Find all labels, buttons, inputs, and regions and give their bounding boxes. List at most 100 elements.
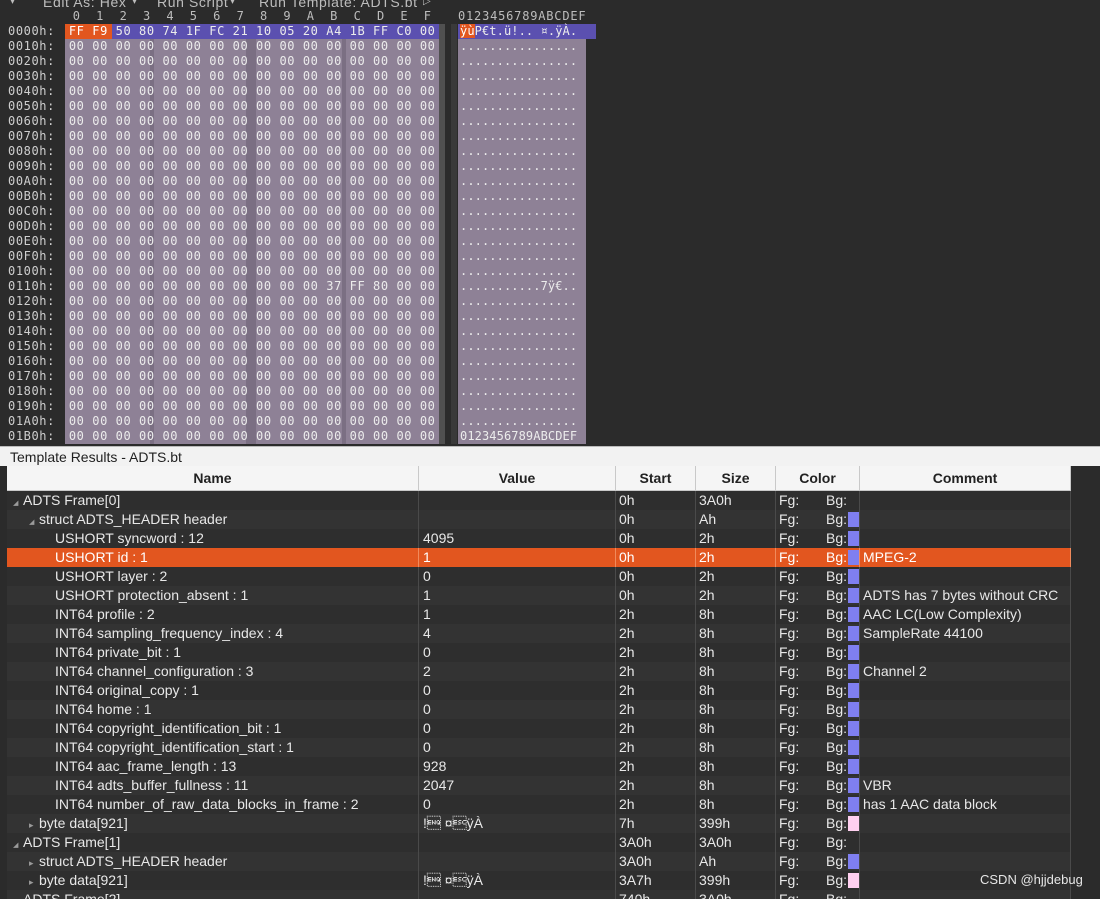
hex-byte[interactable]: 00 — [159, 114, 182, 129]
hex-byte[interactable]: 00 — [393, 399, 416, 414]
hex-byte[interactable]: 00 — [276, 39, 299, 54]
hex-byte[interactable]: 00 — [65, 189, 88, 204]
hex-byte[interactable]: 00 — [322, 144, 345, 159]
hex-byte[interactable]: 00 — [65, 249, 88, 264]
hex-byte[interactable]: 00 — [112, 219, 135, 234]
hex-byte[interactable]: 00 — [346, 399, 369, 414]
hex-byte[interactable]: 00 — [112, 159, 135, 174]
hex-byte[interactable]: 00 — [393, 279, 416, 294]
hex-byte[interactable]: 00 — [205, 324, 228, 339]
hex-byte[interactable]: 00 — [346, 144, 369, 159]
hex-byte[interactable]: 00 — [322, 204, 345, 219]
hex-byte[interactable]: 00 — [65, 264, 88, 279]
hex-byte[interactable]: 00 — [88, 339, 111, 354]
hex-byte[interactable]: 00 — [393, 114, 416, 129]
hex-byte[interactable]: 37 — [322, 279, 345, 294]
hex-byte[interactable]: 00 — [112, 114, 135, 129]
hex-byte[interactable]: 00 — [229, 144, 252, 159]
hex-byte[interactable]: 10 — [252, 24, 275, 39]
hex-row[interactable]: 00 00 00 00 00 00 00 00 00 00 00 00 00 00 00 00 — [65, 174, 439, 189]
hex-byte[interactable]: 00 — [346, 99, 369, 114]
hex-byte[interactable]: 00 — [322, 129, 345, 144]
hex-byte[interactable]: 00 — [205, 114, 228, 129]
table-row[interactable]: INT64 private_bit : 1 0 2h 8h Fg: Bg: — [7, 643, 1071, 662]
hex-byte[interactable]: 00 — [322, 99, 345, 114]
hex-byte[interactable]: 00 — [159, 354, 182, 369]
hex-row[interactable]: 00 00 00 00 00 00 00 00 00 00 00 00 00 00 00 00 — [65, 69, 439, 84]
hex-byte[interactable]: 00 — [135, 69, 158, 84]
hex-byte[interactable]: 00 — [416, 429, 439, 444]
expand-open-icon[interactable]: ◢ — [29, 513, 39, 529]
hex-byte[interactable]: 00 — [182, 144, 205, 159]
hex-byte[interactable]: 00 — [299, 399, 322, 414]
hex-byte[interactable]: 00 — [65, 234, 88, 249]
hex-byte[interactable]: 1B — [346, 24, 369, 39]
ascii-row[interactable]: ................ — [460, 54, 577, 69]
hex-byte[interactable]: 00 — [276, 144, 299, 159]
hex-byte[interactable]: 00 — [322, 234, 345, 249]
hex-byte[interactable]: 00 — [88, 114, 111, 129]
hex-byte[interactable]: 21 — [229, 24, 252, 39]
hex-byte[interactable]: 00 — [65, 159, 88, 174]
hex-byte[interactable]: 00 — [276, 189, 299, 204]
bg-color-swatch[interactable] — [848, 816, 859, 831]
hex-byte[interactable]: 00 — [159, 384, 182, 399]
ascii-row[interactable]: ................ — [460, 189, 577, 204]
hex-byte[interactable]: 00 — [322, 354, 345, 369]
ascii-row[interactable]: ................ — [460, 114, 577, 129]
hex-byte[interactable]: 00 — [393, 294, 416, 309]
hex-byte[interactable]: A4 — [322, 24, 345, 39]
hex-byte[interactable]: 00 — [112, 264, 135, 279]
hex-byte[interactable]: 00 — [182, 99, 205, 114]
ascii-row[interactable]: ................ — [460, 264, 577, 279]
table-row[interactable]: INT64 copyright_identification_bit : 1 02… — [7, 719, 1071, 738]
hex-byte[interactable]: 00 — [229, 249, 252, 264]
expand-closed-icon[interactable]: ▸ — [29, 854, 39, 871]
hex-byte[interactable]: 00 — [416, 339, 439, 354]
hex-byte[interactable]: 00 — [112, 339, 135, 354]
hex-byte[interactable]: 00 — [393, 144, 416, 159]
hex-byte[interactable]: 00 — [346, 69, 369, 84]
bg-color-swatch[interactable] — [848, 512, 859, 527]
hex-byte[interactable]: 00 — [322, 249, 345, 264]
hex-byte[interactable]: 00 — [416, 84, 439, 99]
hex-byte[interactable]: 00 — [252, 249, 275, 264]
hex-byte[interactable]: 00 — [299, 249, 322, 264]
ascii-row[interactable]: ................ — [460, 294, 577, 309]
hex-byte[interactable]: F9 — [88, 24, 112, 39]
hex-row[interactable]: 00 00 00 00 00 00 00 00 00 00 00 00 00 00 00 00 — [65, 354, 439, 369]
hex-byte[interactable]: 00 — [182, 129, 205, 144]
hex-byte[interactable]: 00 — [88, 204, 111, 219]
hex-byte[interactable]: 00 — [159, 249, 182, 264]
hex-byte[interactable]: 00 — [88, 39, 111, 54]
hex-byte[interactable]: 00 — [182, 249, 205, 264]
hex-byte[interactable]: 00 — [112, 309, 135, 324]
hex-row[interactable]: 00 00 00 00 00 00 00 00 00 00 00 00 00 00 00 00 — [65, 159, 439, 174]
hex-byte[interactable]: 00 — [112, 129, 135, 144]
table-row[interactable]: INT64 sampling_frequency_index : 4 4 2h 8h F… — [7, 624, 1071, 643]
hex-byte[interactable]: 00 — [135, 264, 158, 279]
hex-byte[interactable]: 00 — [112, 354, 135, 369]
hex-byte[interactable]: 00 — [393, 219, 416, 234]
hex-byte[interactable]: 00 — [416, 234, 439, 249]
hex-byte[interactable]: 00 — [322, 114, 345, 129]
hex-row[interactable]: 00 00 00 00 00 00 00 00 00 00 00 00 00 00 00 00 — [65, 294, 439, 309]
ascii-row[interactable]: ................ — [460, 99, 577, 114]
hex-byte[interactable]: 00 — [252, 159, 275, 174]
hex-byte[interactable]: 00 — [252, 384, 275, 399]
hex-byte[interactable]: 00 — [65, 324, 88, 339]
hex-row[interactable]: 00 00 00 00 00 00 00 00 00 00 00 00 00 00 00 00 — [65, 414, 439, 429]
hex-byte[interactable]: 00 — [88, 144, 111, 159]
hex-byte[interactable]: 00 — [276, 324, 299, 339]
hex-byte[interactable]: 00 — [369, 324, 392, 339]
hex-byte[interactable]: FC — [205, 24, 228, 39]
hex-byte[interactable]: 00 — [65, 84, 88, 99]
chevron-down-icon[interactable]: ▾ — [230, 0, 236, 7]
hex-byte[interactable]: 00 — [182, 54, 205, 69]
hex-byte[interactable]: 00 — [299, 264, 322, 279]
hex-byte[interactable]: 00 — [276, 294, 299, 309]
hex-byte[interactable]: 00 — [299, 294, 322, 309]
hex-byte[interactable]: 00 — [159, 84, 182, 99]
template-results-table[interactable]: Name Value Start Size Color Comment ◢ ADT… — [7, 466, 1071, 899]
hex-byte[interactable]: 00 — [135, 354, 158, 369]
